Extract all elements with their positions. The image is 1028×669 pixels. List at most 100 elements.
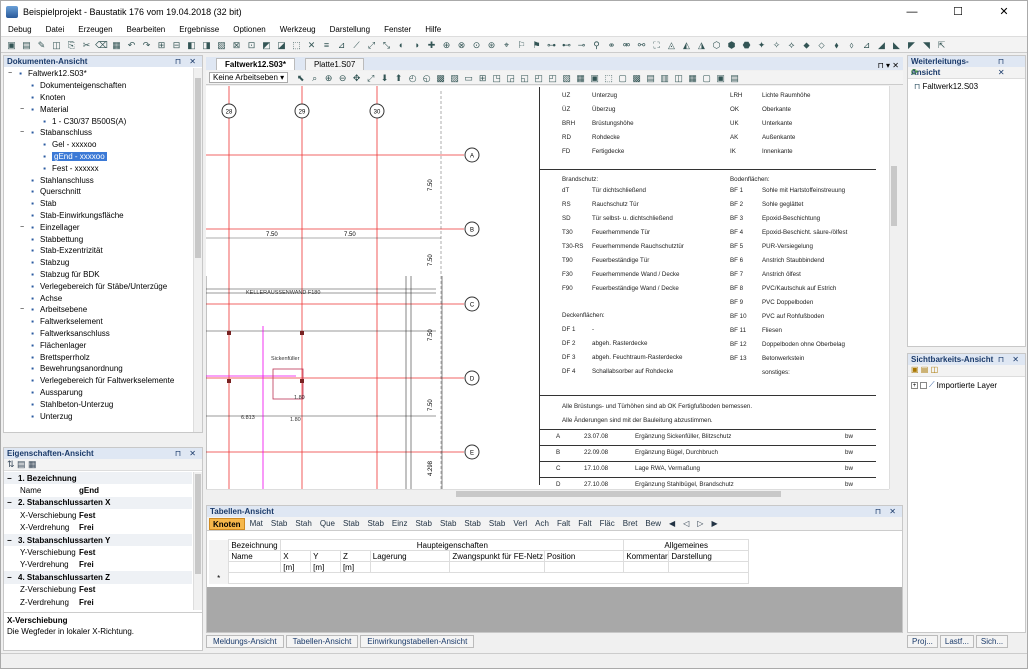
toolbar-tool-icon[interactable]: ⬥	[800, 39, 813, 51]
new-row[interactable]	[228, 572, 749, 584]
toolbar-tool-icon[interactable]: ⟡	[785, 39, 798, 51]
menu-6[interactable]: Werkzeug	[273, 25, 323, 34]
column-header[interactable]: Name	[228, 550, 282, 562]
panel-pin-close-icons[interactable]: ⊓ ✕	[175, 56, 202, 67]
property-row[interactable]: Z-Verdrehung Frei	[4, 596, 192, 608]
table-tab[interactable]: Knoten	[209, 517, 245, 530]
drawing-tool-icon[interactable]: ◰	[547, 72, 558, 84]
toolbar-tool-icon[interactable]: ⤢	[365, 39, 378, 51]
table-tab[interactable]: Mat	[247, 518, 266, 530]
drawing-tool-icon[interactable]: ⊖	[337, 72, 348, 84]
visibility-toolbar[interactable]: ▣ ▤ ◫	[908, 365, 1025, 377]
toolbar-tool-icon[interactable]: ⛶	[650, 39, 663, 51]
drawing-tool-icon[interactable]: ◫	[673, 72, 684, 84]
tab-nav-icon[interactable]: ▶	[708, 518, 720, 530]
tree-item[interactable]: ▪ Stab-Exzentrizität	[4, 245, 192, 257]
table-tab[interactable]: Stab	[437, 518, 459, 530]
right-tab[interactable]: Sich...	[975, 635, 1009, 648]
tree-item[interactable]: ▪ 1 - C30/37 B500S(A)	[4, 115, 192, 127]
toolbar-tool-icon[interactable]: ◣	[890, 39, 903, 51]
menu-8[interactable]: Fenster	[377, 25, 418, 34]
toolbar-tool-icon[interactable]: ◪	[275, 39, 288, 51]
toolbar-tool-icon[interactable]: ⊞	[155, 39, 168, 51]
toolbar-tool-icon[interactable]: ⌫	[95, 39, 108, 51]
layer-item[interactable]: + ⟋ Importierte Layer	[908, 377, 1025, 393]
toolbar-tool-icon[interactable]: ↶	[125, 39, 138, 51]
toolbar-tool-icon[interactable]: ▧	[215, 39, 228, 51]
drawing-tool-icon[interactable]: ▢	[701, 72, 712, 84]
property-value[interactable]: Frei	[79, 598, 94, 607]
toolbar-tool-icon[interactable]: ✎	[35, 39, 48, 51]
drawing-tool-icon[interactable]: ▤	[645, 72, 656, 84]
toolbar-tool-icon[interactable]: ◫	[50, 39, 63, 51]
toolbar-tool-icon[interactable]: ⚑	[530, 39, 543, 51]
collapse-icon[interactable]: −	[4, 474, 14, 483]
tree-item[interactable]: ▪ Stahlanschluss	[4, 174, 192, 186]
drawing-tool-icon[interactable]: ▭	[463, 72, 474, 84]
drawing-tool-icon[interactable]: ▦	[575, 72, 586, 84]
menu-9[interactable]: Hilfe	[418, 25, 448, 34]
table-tab[interactable]: Falt	[575, 518, 594, 530]
toolbar-tool-icon[interactable]: ✕	[305, 39, 318, 51]
drawing-tool-icon[interactable]: ▦	[687, 72, 698, 84]
tab-nav-icon[interactable]: ▷	[694, 518, 706, 530]
table-tab[interactable]: Stab	[268, 518, 290, 530]
toolbar-tool-icon[interactable]: ⬚	[290, 39, 303, 51]
tree-item[interactable]: − ▪ Einzellager	[4, 221, 192, 233]
toolbar-tool-icon[interactable]: ▦	[110, 39, 123, 51]
table-tab[interactable]: Einz	[389, 518, 411, 530]
toolbar-tool-icon[interactable]: ⊶	[545, 39, 558, 51]
drawing-tool-icon[interactable]: ▢	[617, 72, 628, 84]
tree-item[interactable]: − ▪ Stabanschluss	[4, 127, 192, 139]
table-tab[interactable]: Stab	[364, 518, 386, 530]
toolbar-tool-icon[interactable]: ◑	[410, 39, 423, 51]
collapse-icon[interactable]: −	[8, 70, 16, 77]
tree-item[interactable]: ▪ Achse	[4, 292, 192, 304]
toolbar-tool-icon[interactable]: ◬	[665, 39, 678, 51]
property-row[interactable]: X-Verschiebung Fest	[4, 509, 192, 521]
menu-4[interactable]: Ergebnisse	[172, 25, 226, 34]
table-tab[interactable]: Que	[317, 518, 338, 530]
tab-nav-icon[interactable]: ◁	[680, 518, 692, 530]
toolbar-tool-icon[interactable]: ⊟	[170, 39, 183, 51]
tree-item[interactable]: ▪ Dokumenteigenschaften	[4, 80, 192, 92]
tree-item[interactable]: ▪ gEnd - xxxxoo	[4, 151, 192, 163]
toolbar-tool-icon[interactable]: ⚐	[515, 39, 528, 51]
drawing-tool-icon[interactable]: ▤	[729, 72, 740, 84]
toolbar-tool-icon[interactable]: ⚯	[635, 39, 648, 51]
toolbar-tool-icon[interactable]: ✧	[770, 39, 783, 51]
drawing-tool-icon[interactable]: ◳	[491, 72, 502, 84]
toolbar-tool-icon[interactable]: ⊸	[575, 39, 588, 51]
toolbar-tool-icon[interactable]: ◭	[680, 39, 693, 51]
drawing-tool-icon[interactable]: ◱	[519, 72, 530, 84]
toolbar-tool-icon[interactable]: ⚲	[590, 39, 603, 51]
drawing-tool-icon[interactable]: ◵	[421, 72, 432, 84]
toolbar-tool-icon[interactable]: ◨	[200, 39, 213, 51]
drawing-tool-icon[interactable]: ▩	[435, 72, 446, 84]
toolbar-tool-icon[interactable]: ◐	[395, 39, 408, 51]
property-value[interactable]: Fest	[79, 548, 95, 557]
layer-select[interactable]: Keine Arbeitseben ▾	[209, 72, 289, 83]
drawing-tool-icon[interactable]: ⬉	[295, 72, 306, 84]
toolbar-tool-icon[interactable]: ⚮	[620, 39, 633, 51]
toolbar-tool-icon[interactable]: ⊿	[860, 39, 873, 51]
drawing-tool-icon[interactable]: ✥	[351, 72, 362, 84]
bottom-tab[interactable]: Meldungs-Ansicht	[206, 635, 284, 648]
table-tab[interactable]: Stab	[340, 518, 362, 530]
drawing-tool-icon[interactable]: ▥	[659, 72, 670, 84]
tree-item[interactable]: ▪ Aussparung	[4, 387, 192, 399]
tree-item[interactable]: ▪ Verlegebereich für Faltwerkselemente	[4, 375, 192, 387]
menu-1[interactable]: Datei	[39, 25, 72, 34]
drawing-tool-icon[interactable]: ⤢	[365, 72, 376, 84]
minimize-button[interactable]: —	[889, 1, 935, 22]
panel-pin-close-icons[interactable]: ⊓ ✕	[998, 56, 1025, 77]
toolbar-tool-icon[interactable]: ⬧	[830, 39, 843, 51]
tree-item[interactable]: − ▪ Arbeitsebene	[4, 304, 192, 316]
toolbar-tool-icon[interactable]: ⊕	[440, 39, 453, 51]
column-header[interactable]: Zwangspunkt für FE-Netz	[449, 550, 545, 562]
property-value[interactable]: Fest	[79, 585, 95, 594]
table-tab[interactable]: Falt	[554, 518, 573, 530]
properties-toolbar[interactable]: ⇅ ▤ ▦	[4, 459, 202, 471]
drawing-tool-icon[interactable]: ◰	[533, 72, 544, 84]
drawing-tool-icon[interactable]: ⌕	[309, 72, 320, 84]
